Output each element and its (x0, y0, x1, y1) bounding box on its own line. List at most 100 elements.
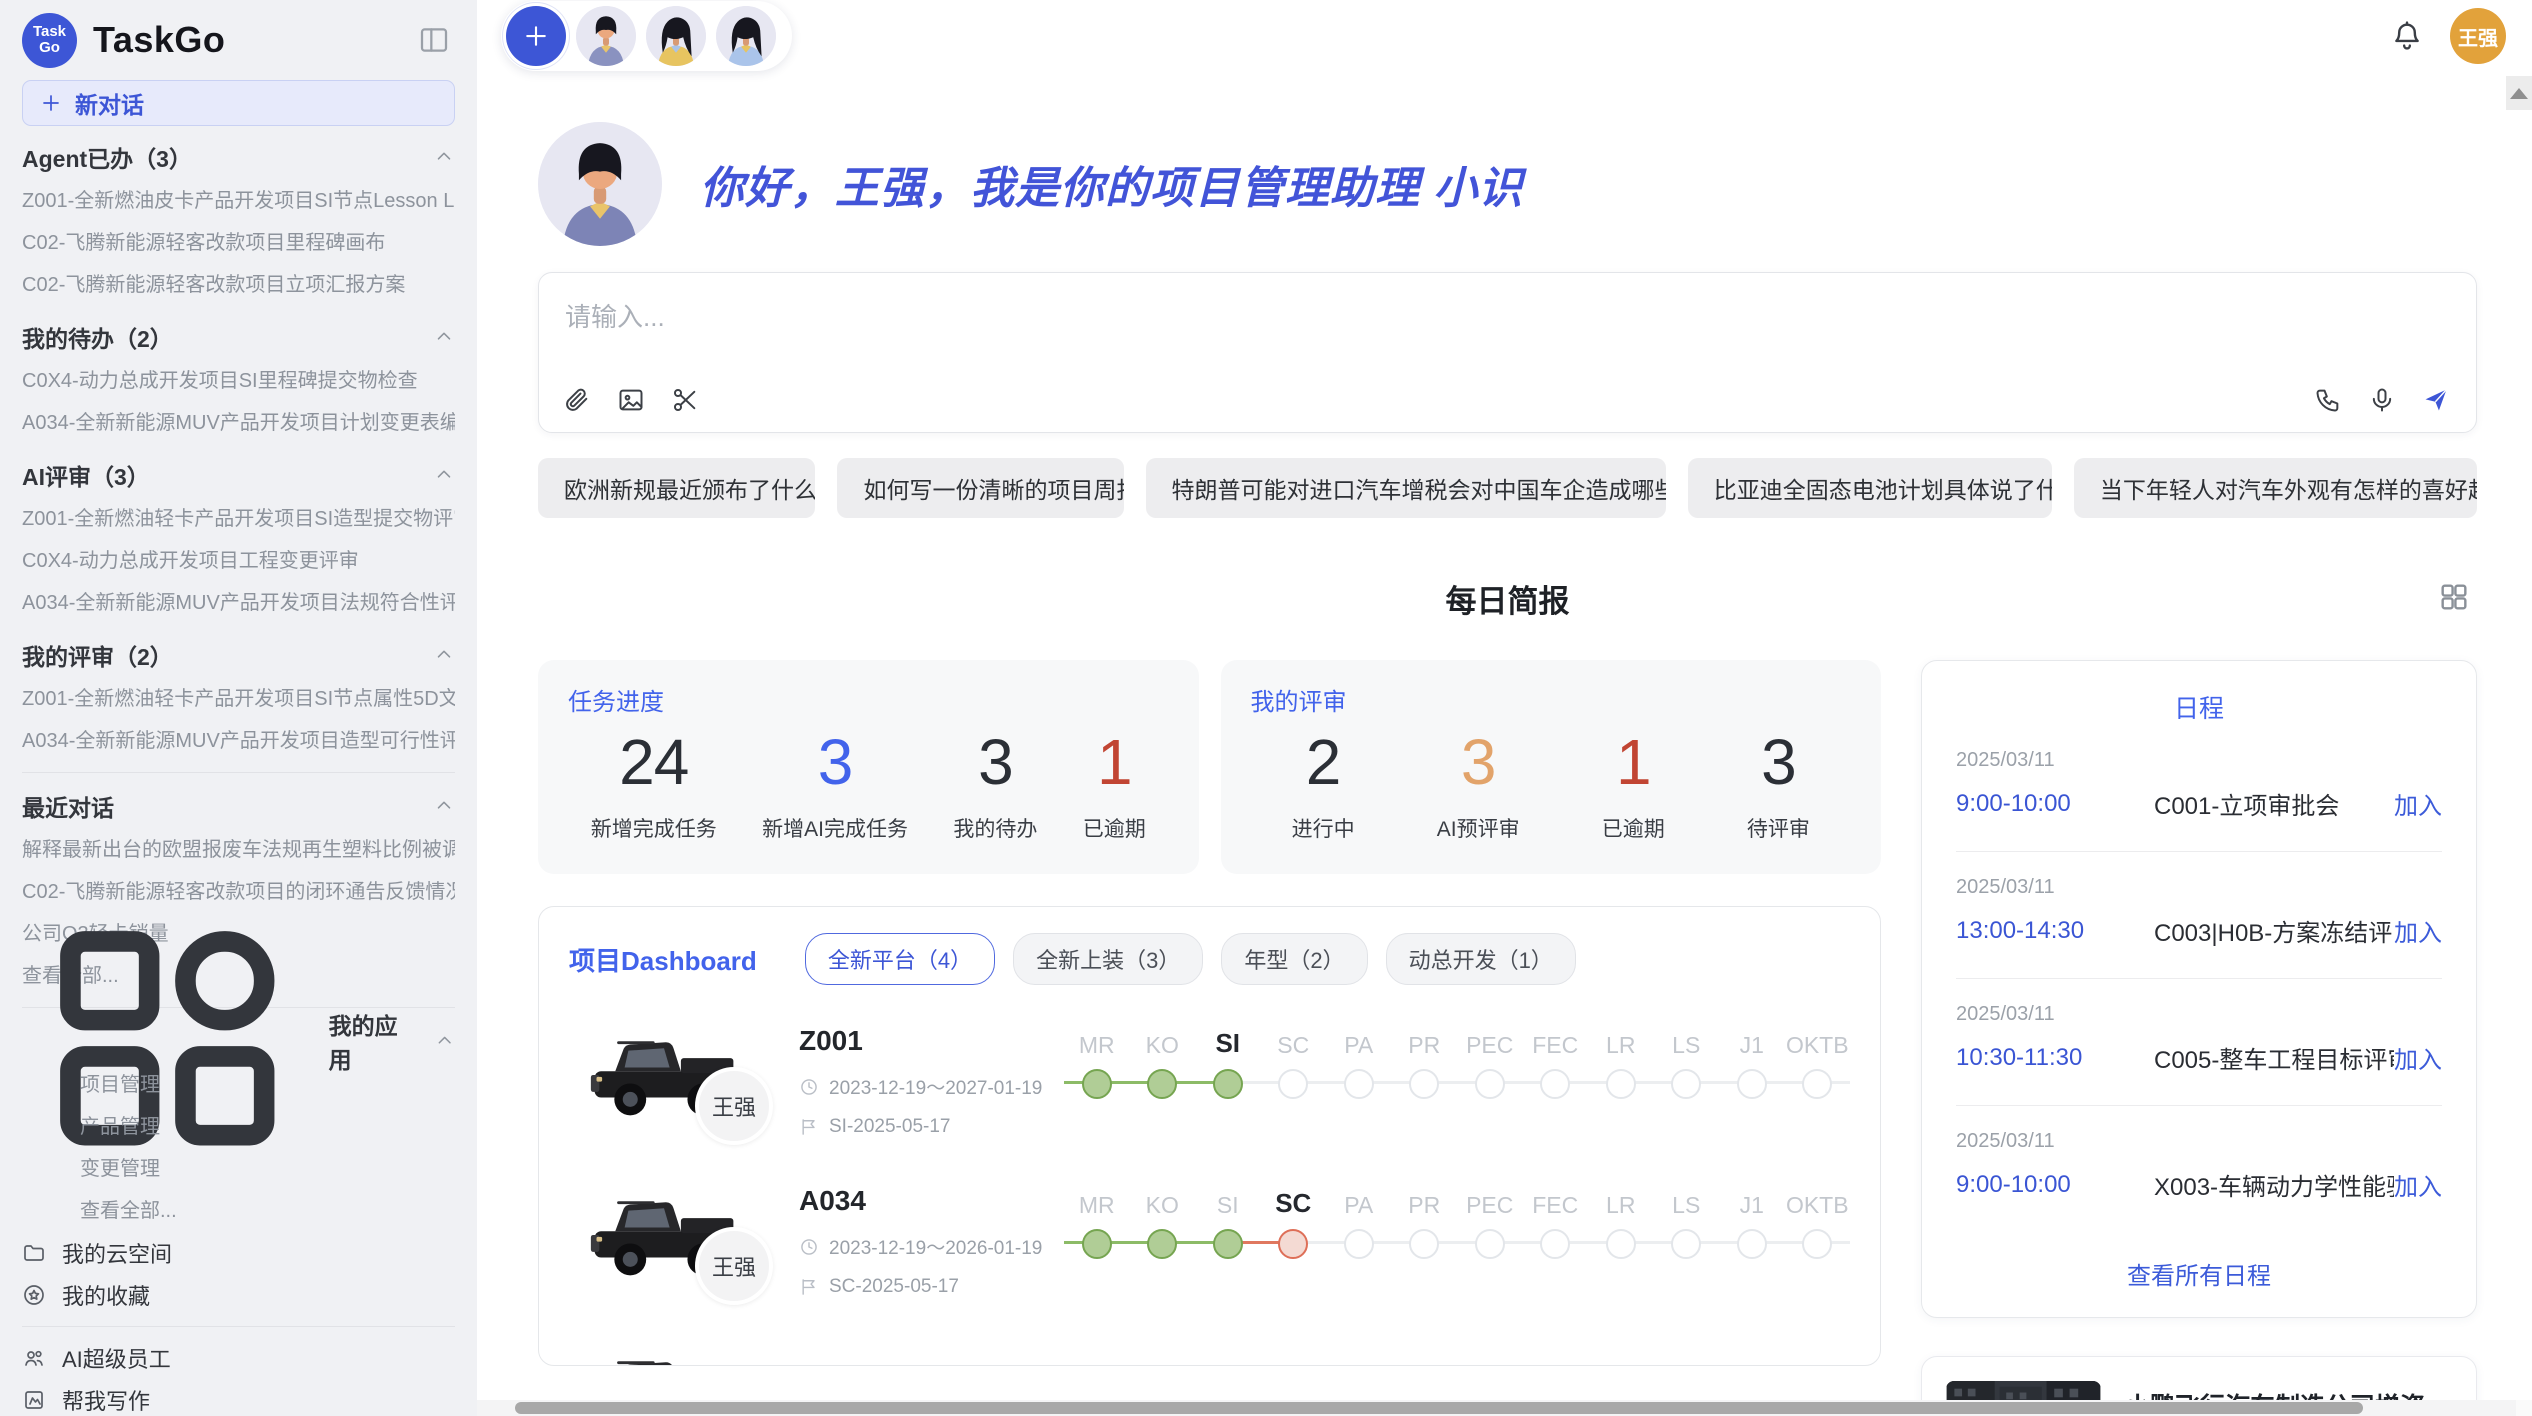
sidebar-section-title: AI评审（3） (22, 458, 150, 492)
milestone-pr: PR (1392, 1021, 1458, 1099)
sidebar-divider (22, 1326, 455, 1327)
view-all-schedule-link[interactable]: 查看所有日程 (1956, 1256, 2442, 1291)
sidebar-task-item[interactable]: A034-全新新能源MUV产品开发项目计划变更表编写 (22, 402, 455, 444)
dashboard-title: 项目Dashboard (569, 941, 757, 978)
participant-avatar[interactable] (576, 6, 636, 66)
phone-icon[interactable] (2314, 386, 2342, 414)
sidebar-link-1[interactable]: 我的收藏 (22, 1274, 455, 1316)
milestone-track: MRKOSISCPAPRPECFECLRLSJ1OKTB (1064, 1019, 1850, 1099)
owner-badge: 王强 (695, 1227, 773, 1305)
milestone-oktb: OKTB (1785, 1021, 1851, 1099)
add-conversation-button[interactable] (506, 6, 566, 66)
dashboard-tab[interactable]: 全新上装（3） (1013, 933, 1203, 985)
milestone-label: PR (1408, 1181, 1440, 1219)
layout-grid-icon[interactable] (2437, 580, 2471, 614)
milestone-pec: PEC (1457, 1181, 1523, 1259)
metric-value: 3 (1437, 725, 1520, 799)
recent-chats-header[interactable]: 最近对话 (22, 783, 455, 829)
new-chat-button[interactable]: 新对话 (22, 80, 455, 126)
schedule-entry: 2025/03/1113:00-14:30C003|H0B-方案冻结评审加入 (1956, 852, 2442, 979)
milestone-pec: PEC (1457, 1021, 1523, 1099)
join-link[interactable]: 加入 (2394, 1040, 2442, 1075)
sidebar-task-item[interactable]: Z001-全新燃油皮卡产品开发项目SI节点Lesson Learn报告 (22, 180, 455, 222)
milestone-dot (1606, 1069, 1636, 1099)
project-row[interactable]: 王强A0342023-12-19～2026-01-19SC-2025-05-17… (569, 1179, 1850, 1305)
milestone-j1: J1 (1719, 1021, 1785, 1099)
app-title: TaskGo (93, 19, 225, 61)
metric: 2进行中 (1292, 725, 1355, 843)
schedule-entry: 2025/03/119:00-10:00X003-车辆动力学性能验...加入 (1956, 1106, 2442, 1232)
project-dashboard-card: 项目Dashboard 全新平台（4） 全新上装（3） 年型（2） 动总开发（1） 王… (538, 906, 1881, 1366)
recent-chat-item[interactable]: 解释最新出台的欧盟报废车法规再生塑料比例被调至15%... (22, 829, 455, 871)
my-apps-header[interactable]: 我的应用 (22, 1018, 455, 1064)
daily-brief-title: 每日简报 (538, 576, 2477, 621)
suggestion-chip[interactable]: 如何写一份清晰的项目周报 (837, 458, 1123, 518)
logo-text-top: Task (33, 24, 66, 40)
sidebar-task-item[interactable]: A034-全新新能源MUV产品开发项目法规符合性评审 (22, 582, 455, 624)
composer-input[interactable]: 请输入... (565, 297, 2450, 334)
sidebar-task-item[interactable]: C0X4-动力总成开发项目工程变更评审 (22, 540, 455, 582)
project-dates-text: 2023-12-19～2027-01-19 (829, 1073, 1042, 1100)
dashboard-tab[interactable]: 动总开发（1） (1386, 933, 1576, 985)
scroll-up-button[interactable] (2506, 76, 2532, 110)
send-icon[interactable] (2422, 386, 2450, 414)
sidebar-collapse-icon[interactable] (417, 24, 451, 56)
sidebar-section-header[interactable]: 我的评审（2） (22, 632, 455, 678)
schedule-date: 2025/03/11 (1956, 1130, 2442, 1153)
sidebar-task-item[interactable]: Z001-全新燃油轻卡产品开发项目SI节点属性5D文件评审 (22, 678, 455, 720)
sidebar-section-header[interactable]: 我的待办（2） (22, 314, 455, 360)
milestone-label: SC (1275, 1181, 1311, 1219)
participant-avatar[interactable] (716, 6, 776, 66)
suggestion-chip[interactable]: 特朗普可能对进口汽车增税会对中国车企造成哪些影响 (1146, 458, 1666, 518)
right-column: 日程 2025/03/119:00-10:00C001-立项审批会加入2025/… (1921, 660, 2477, 1416)
join-link[interactable]: 加入 (2394, 1167, 2442, 1202)
sidebar-task-item[interactable]: A034-全新新能源MUV产品开发项目造型可行性评审 (22, 720, 455, 762)
join-link[interactable]: 加入 (2394, 786, 2442, 821)
flag-icon (799, 1117, 819, 1137)
assistant-avatar (538, 122, 662, 246)
sidebar-task-item[interactable]: C02-飞腾新能源轻客改款项目里程碑画布 (22, 222, 455, 264)
sidebar-task-item[interactable]: C0X4-动力总成开发项目SI里程碑提交物检查 (22, 360, 455, 402)
milestone-sc: SC (1261, 1021, 1327, 1099)
suggestion-chip[interactable]: 欧洲新规最近颁布了什么? (538, 458, 815, 518)
sidebar-divider (22, 772, 455, 773)
milestone-pa: PA (1326, 1181, 1392, 1259)
milestone-ko: KO (1130, 1021, 1196, 1099)
milestone-dot (1344, 1069, 1374, 1099)
milestone-lr: LR (1588, 1181, 1654, 1259)
daily-brief-header: 每日简报 (538, 576, 2477, 620)
suggestion-chip[interactable]: 比亚迪全固态电池计划具体说了什么 (1688, 458, 2052, 518)
notification-bell-icon[interactable] (2390, 19, 2424, 53)
dashboard-tab[interactable]: 全新平台（4） (805, 933, 995, 985)
sidebar-tool-0[interactable]: AI超级员工 (22, 1337, 455, 1379)
app-menu-item[interactable]: 查看全部... (22, 1190, 455, 1232)
mic-icon[interactable] (2368, 386, 2396, 414)
sidebar-section-header[interactable]: AI评审（3） (22, 452, 455, 498)
paperclip-icon[interactable] (563, 386, 591, 414)
suggestion-chip[interactable]: 当下年轻人对汽车外观有怎样的喜好趋势 (2074, 458, 2477, 518)
milestone-dot (1671, 1069, 1701, 1099)
app-root: Task Go TaskGo 新对话 Agent已办（3）Z001-全新燃油皮卡… (0, 0, 2532, 1416)
sidebar-tool-1[interactable]: 帮我写作 (22, 1379, 455, 1416)
dashboard-tab[interactable]: 年型（2） (1221, 933, 1367, 985)
metrics-row: 24新增完成任务3新增AI完成任务3我的待办1已逾期 (568, 725, 1169, 843)
milestone-dot (1540, 1229, 1570, 1259)
sidebar-link-0[interactable]: 我的云空间 (22, 1232, 455, 1274)
topbar-right: 王强 (2390, 8, 2506, 64)
sidebar-task-item[interactable]: Z001-全新燃油轻卡产品开发项目SI造型提交物评审 (22, 498, 455, 540)
image-icon[interactable] (617, 386, 645, 414)
apps-grid-icon (22, 893, 313, 1190)
user-avatar[interactable]: 王强 (2450, 8, 2506, 64)
project-row-partial[interactable] (569, 1339, 1850, 1366)
clock-icon (799, 1237, 819, 1257)
sidebar-section-header[interactable]: Agent已办（3） (22, 134, 455, 180)
cloud-folder-icon (22, 1241, 46, 1265)
horizontal-scrollbar-thumb[interactable] (515, 1402, 2363, 1414)
sidebar-task-item[interactable]: C02-飞腾新能源轻客改款项目立项汇报方案 (22, 264, 455, 306)
milestone-dot (1802, 1069, 1832, 1099)
join-link[interactable]: 加入 (2394, 913, 2442, 948)
chevron-up-icon (433, 326, 455, 348)
scissors-icon[interactable] (671, 386, 699, 414)
participant-avatar[interactable] (646, 6, 706, 66)
project-row[interactable]: 王强Z0012023-12-19～2027-01-19SI-2025-05-17… (569, 1019, 1850, 1145)
